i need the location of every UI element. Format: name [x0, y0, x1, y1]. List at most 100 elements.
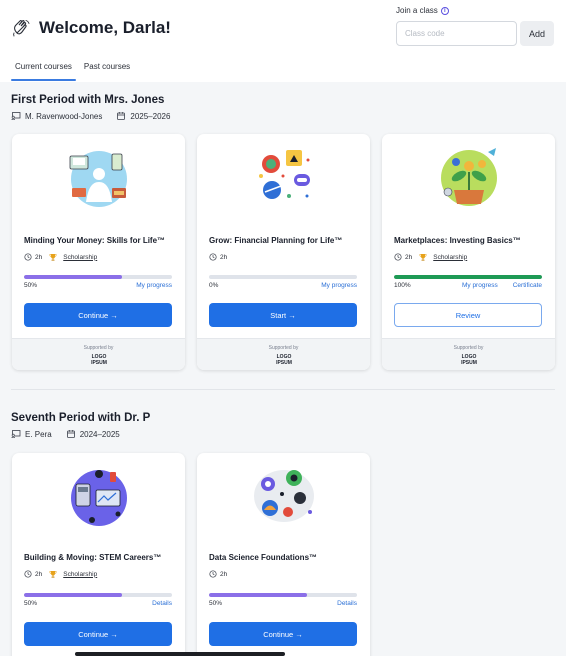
section-title: Seventh Period with Dr. P: [11, 412, 151, 424]
supported-by-label: Supported by: [268, 345, 299, 351]
data-science-illustration: [253, 470, 314, 522]
sponsor-logo: LOGOIPSUM: [91, 354, 107, 366]
progress-labels: 50% Details: [24, 600, 172, 607]
my-progress-link[interactable]: My progress: [136, 282, 172, 289]
stem-careers-illustration: [70, 470, 127, 526]
course-card[interactable]: Building & Moving: STEM Careers™ 2h Scho…: [12, 453, 185, 656]
progress-percent: 100%: [394, 282, 411, 289]
progress-bar: [209, 275, 357, 279]
progress-percent: 50%: [24, 600, 38, 607]
info-icon[interactable]: i: [440, 6, 449, 15]
progress-links: My progress Certificate: [462, 282, 542, 289]
class-code-input[interactable]: [396, 21, 517, 46]
course-meta: 2h: [209, 570, 227, 578]
course-title[interactable]: Grow: Financial Planning for Life™: [209, 236, 342, 245]
svg-text:IPSUM: IPSUM: [91, 360, 107, 366]
course-duration: 2h: [220, 570, 228, 578]
join-class-label: Join a class i: [396, 6, 449, 15]
progress-fill: [24, 593, 122, 597]
course-card[interactable]: Grow: Financial Planning for Life™ 2h 0%…: [197, 134, 370, 370]
my-progress-link[interactable]: My progress: [321, 282, 357, 289]
svg-text:IPSUM: IPSUM: [276, 360, 292, 366]
clock-icon: [24, 253, 32, 261]
course-title[interactable]: Minding Your Money: Skills for Life™: [24, 236, 165, 245]
clock-icon: [394, 253, 402, 261]
calendar-icon: [66, 430, 75, 438]
sponsor-logo: LOGOIPSUM: [461, 354, 477, 366]
teacher-name: M. Ravenwood-Jones: [25, 111, 103, 121]
sponsor-footer: Supported by LOGO IPSUM: [382, 338, 555, 370]
section-meta: M. Ravenwood-Jones 2025–2026: [11, 111, 184, 121]
progress-percent: 50%: [209, 600, 223, 607]
chalkboard-icon: [11, 430, 21, 439]
waving-hand-icon: [13, 20, 30, 37]
add-class-button[interactable]: Add: [520, 21, 554, 46]
sponsor-footer: Supported by LOGO IPSUM: [197, 338, 370, 370]
details-link[interactable]: Details: [152, 600, 172, 607]
supported-by-label: Supported by: [83, 345, 114, 351]
progress-bar: [24, 593, 172, 597]
section-meta: E. Pera 2024–2025: [11, 429, 134, 439]
tab-past-courses[interactable]: Past courses: [80, 62, 130, 81]
my-progress-link[interactable]: My progress: [462, 282, 498, 289]
supported-by-label: Supported by: [453, 345, 484, 351]
course-tabs: Current courses Past courses: [11, 62, 130, 81]
continue-button[interactable]: Continue →: [209, 622, 357, 646]
calendar-icon: [117, 112, 126, 120]
progress-bar: [209, 593, 357, 597]
progress-labels: 0% My progress: [209, 282, 357, 289]
top-bar: Welcome, Darla! Join a class i Add Curre…: [0, 0, 566, 82]
progress-percent: 50%: [24, 282, 38, 289]
page-title: Welcome, Darla!: [39, 18, 171, 37]
progress-labels: 50% My progress: [24, 282, 172, 289]
chalkboard-icon: [11, 112, 21, 121]
details-link[interactable]: Details: [337, 600, 357, 607]
course-card[interactable]: Minding Your Money: Skills for Life™ 2h …: [12, 134, 185, 370]
trophy-icon: [49, 571, 57, 578]
course-title[interactable]: Data Science Foundations™: [209, 553, 317, 562]
trophy-icon: [419, 254, 427, 261]
join-class-text: Join a class: [396, 6, 438, 15]
section-divider: [11, 389, 555, 390]
progress-fill: [209, 593, 307, 597]
course-duration: 2h: [405, 253, 413, 261]
teacher-name: E. Pera: [25, 429, 52, 439]
trophy-icon: [49, 254, 57, 261]
continue-button[interactable]: Continue →: [24, 622, 172, 646]
course-meta: 2h: [209, 253, 227, 261]
review-button[interactable]: Review: [394, 303, 542, 327]
course-duration: 2h: [35, 253, 43, 261]
course-duration: 2h: [35, 570, 43, 578]
sponsor-footer: Supported by LOGO IPSUM: [12, 338, 185, 370]
course-title[interactable]: Marketplaces: Investing Basics™: [394, 236, 521, 245]
progress-bar: [394, 275, 542, 279]
section-title: First Period with Mrs. Jones: [11, 94, 165, 106]
progress-fill: [24, 275, 122, 279]
clock-icon: [209, 570, 217, 578]
course-duration: 2h: [220, 253, 228, 261]
progress-labels: 50% Details: [209, 600, 357, 607]
school-year: 2025–2026: [130, 111, 171, 121]
welcome-header: Welcome, Darla!: [11, 18, 171, 38]
course-card[interactable]: Data Science Foundations™ 2h 50% Details…: [197, 453, 370, 656]
progress-fill: [394, 275, 542, 279]
certificate-link[interactable]: Certificate: [513, 282, 542, 289]
progress-percent: 0%: [209, 282, 219, 289]
home-indicator: [75, 652, 285, 656]
continue-button[interactable]: Continue →: [24, 303, 172, 327]
school-year: 2024–2025: [79, 429, 120, 439]
svg-text:IPSUM: IPSUM: [461, 360, 477, 366]
scholarship-link[interactable]: Scholarship: [63, 254, 97, 261]
course-card[interactable]: Marketplaces: Investing Basics™ 2h Schol…: [382, 134, 555, 370]
progress-bar: [24, 275, 172, 279]
course-meta: 2h Scholarship: [24, 253, 97, 261]
clock-icon: [209, 253, 217, 261]
course-meta: 2h Scholarship: [24, 570, 97, 578]
start-button[interactable]: Start →: [209, 303, 357, 327]
course-title[interactable]: Building & Moving: STEM Careers™: [24, 553, 161, 562]
scholarship-link[interactable]: Scholarship: [433, 254, 467, 261]
investing-illustration: [440, 148, 497, 206]
sponsor-logo: LOGOIPSUM: [276, 354, 292, 366]
scholarship-link[interactable]: Scholarship: [63, 571, 97, 578]
tab-current-courses[interactable]: Current courses: [11, 62, 76, 81]
